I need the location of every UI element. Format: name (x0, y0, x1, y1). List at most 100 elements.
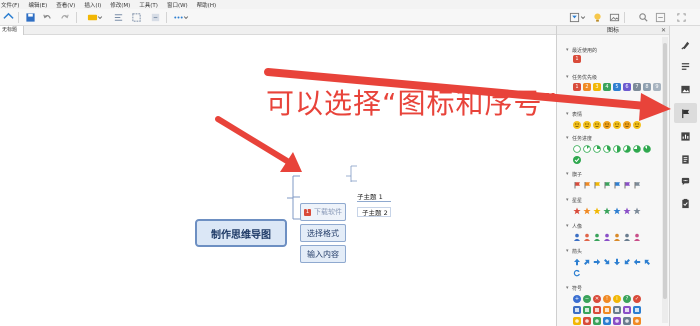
menu-window[interactable]: 窗口(W) (167, 1, 188, 9)
star-icon[interactable] (603, 207, 611, 215)
progress-icon[interactable] (623, 145, 631, 153)
flag-icon[interactable] (583, 181, 591, 189)
section-recent[interactable]: 最近使用的 (566, 47, 597, 54)
flag-icon[interactable] (573, 181, 581, 189)
refresh-icon[interactable] (573, 269, 581, 277)
star-icon[interactable] (573, 207, 581, 215)
progress-done-icon[interactable] (573, 156, 581, 164)
symbol-icon[interactable] (613, 306, 621, 314)
symbol-icon[interactable]: ✓ (633, 295, 641, 303)
zoom-icon[interactable] (654, 11, 666, 23)
symbol-icon[interactable] (583, 317, 591, 325)
smiley-icon[interactable] (603, 121, 611, 129)
progress-icon[interactable] (573, 145, 581, 153)
panel-scrollbar[interactable] (662, 37, 668, 323)
save-icon[interactable] (24, 11, 36, 23)
section-priority[interactable]: 任务优先级 (566, 74, 597, 81)
boundary-icon[interactable] (130, 11, 142, 23)
chevron-down-icon[interactable] (580, 11, 586, 23)
symbol-icon[interactable]: i (613, 295, 621, 303)
priority-6-icon[interactable]: 6 (623, 83, 631, 91)
person-icon[interactable] (583, 233, 591, 241)
priority-1-icon[interactable]: 1 (573, 83, 581, 91)
person-icon[interactable] (633, 233, 641, 241)
symbol-icon[interactable] (633, 317, 641, 325)
arrow-icon[interactable] (623, 258, 631, 266)
smiley-icon[interactable] (573, 121, 581, 129)
search-icon[interactable] (637, 11, 649, 23)
symbol-icon[interactable] (583, 306, 591, 314)
symbol-icon[interactable] (593, 306, 601, 314)
person-icon[interactable] (573, 233, 581, 241)
progress-icon[interactable] (593, 145, 601, 153)
smiley-icon[interactable] (613, 121, 621, 129)
arrow-icon[interactable] (593, 258, 601, 266)
home-icon[interactable] (2, 11, 14, 23)
symbol-icon[interactable]: ! (603, 295, 611, 303)
progress-icon[interactable] (603, 145, 611, 153)
smiley-icon[interactable] (623, 121, 631, 129)
person-icon[interactable] (623, 233, 631, 241)
priority-5-icon[interactable]: 5 (613, 83, 621, 91)
smiley-icon[interactable] (593, 121, 601, 129)
scrollbar-thumb[interactable] (663, 43, 667, 299)
symbol-icon[interactable] (623, 306, 631, 314)
progress-icon[interactable] (613, 145, 621, 153)
progress-icon[interactable] (583, 145, 591, 153)
flag-icon[interactable] (603, 181, 611, 189)
arrow-icon[interactable] (583, 258, 591, 266)
progress-icon[interactable] (633, 145, 641, 153)
priority-1-icon[interactable]: 1 (573, 55, 581, 63)
star-icon[interactable] (623, 207, 631, 215)
arrow-icon[interactable] (643, 258, 651, 266)
arrow-icon[interactable] (613, 258, 621, 266)
person-icon[interactable] (613, 233, 621, 241)
priority-2-icon[interactable]: 2 (583, 83, 591, 91)
fullscreen-icon[interactable] (675, 11, 687, 23)
star-icon[interactable] (583, 207, 591, 215)
progress-icon[interactable] (643, 145, 651, 153)
subtopic-1[interactable]: 子主题 1 (357, 192, 391, 202)
menu-view[interactable]: 查看(V) (56, 1, 75, 9)
priority-4-icon[interactable]: 4 (603, 83, 611, 91)
chevron-down-icon[interactable] (183, 11, 189, 23)
star-icon[interactable] (593, 207, 601, 215)
symbol-icon[interactable] (613, 317, 621, 325)
style-brush-icon[interactable] (679, 38, 692, 51)
menu-edit[interactable]: 编辑(E) (28, 1, 47, 9)
task-icon[interactable] (679, 197, 692, 210)
section-smiley[interactable]: 表情 (566, 111, 582, 118)
section-stars[interactable]: 星星 (566, 197, 582, 204)
section-flags[interactable]: 旗子 (566, 171, 582, 178)
filter-icon[interactable] (568, 11, 580, 23)
menu-help[interactable]: 帮助(H) (197, 1, 216, 9)
redo-icon[interactable] (58, 11, 70, 23)
arrow-icon[interactable] (603, 258, 611, 266)
symbol-icon[interactable] (623, 317, 631, 325)
chevron-down-icon[interactable] (97, 11, 103, 23)
star-icon[interactable] (613, 207, 621, 215)
symbol-icon[interactable] (593, 317, 601, 325)
smiley-icon[interactable] (633, 121, 641, 129)
flag-icon[interactable] (633, 181, 641, 189)
picture-icon[interactable] (679, 83, 692, 96)
main-topic-format[interactable]: 选择格式 (300, 224, 346, 242)
person-icon[interactable] (603, 233, 611, 241)
flag-icon[interactable] (613, 181, 621, 189)
tab-untitled[interactable]: 无标题 (0, 26, 24, 35)
menu-tools[interactable]: 工具(T) (139, 1, 158, 9)
comment-icon[interactable] (679, 175, 692, 188)
section-symbols[interactable]: 符号 (566, 285, 582, 292)
symbol-icon[interactable]: + (573, 295, 581, 303)
priority-9-icon[interactable]: 9 (653, 83, 661, 91)
relationship-icon[interactable] (112, 11, 124, 23)
arrow-icon[interactable] (573, 258, 581, 266)
symbol-icon[interactable] (603, 317, 611, 325)
priority-7-icon[interactable]: 7 (633, 83, 641, 91)
flag-icon[interactable] (593, 181, 601, 189)
symbol-icon[interactable] (573, 317, 581, 325)
symbol-icon[interactable]: ? (623, 295, 631, 303)
main-topic-content[interactable]: 输入内容 (300, 245, 346, 263)
section-arrows[interactable]: 箭头 (566, 248, 582, 255)
menu-insert[interactable]: 插入(I) (84, 1, 101, 9)
